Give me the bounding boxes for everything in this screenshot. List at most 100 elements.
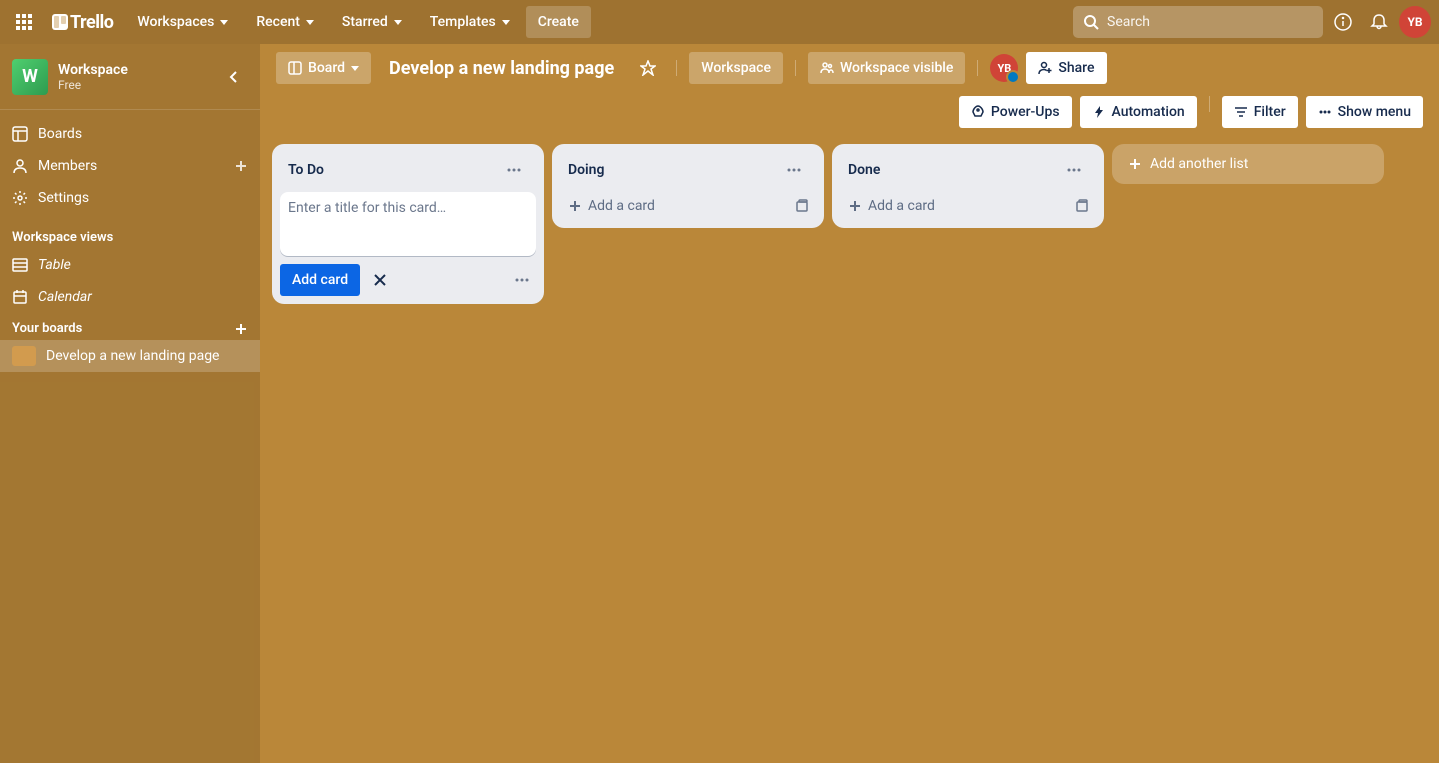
- sidebar-item-boards[interactable]: Boards: [0, 118, 260, 150]
- bolt-icon: [1092, 105, 1106, 119]
- apps-switcher-button[interactable]: [8, 6, 40, 38]
- add-a-card-label: Add a card: [868, 198, 935, 214]
- trello-logo[interactable]: Trello: [44, 14, 121, 30]
- recent-menu[interactable]: Recent: [244, 6, 326, 38]
- divider: [676, 60, 677, 76]
- search-icon: [1083, 14, 1099, 30]
- bell-icon: [1370, 13, 1388, 31]
- board-icon: [12, 126, 28, 142]
- dots-icon: [786, 162, 802, 178]
- filter-button[interactable]: Filter: [1222, 96, 1298, 128]
- share-button[interactable]: Share: [1026, 52, 1106, 84]
- filter-icon: [1234, 105, 1248, 119]
- chevron-down-icon: [502, 20, 510, 25]
- notifications-button[interactable]: [1363, 6, 1395, 38]
- table-icon: [12, 257, 28, 273]
- add-a-card-button[interactable]: Add a card: [840, 192, 1068, 220]
- add-a-card-label: Add a card: [588, 198, 655, 214]
- board-color-swatch: [12, 346, 36, 366]
- sidebar: W Workspace Free Boards Members Settings: [0, 44, 260, 763]
- cancel-compose-button[interactable]: [364, 264, 396, 296]
- chevron-down-icon: [394, 20, 402, 25]
- workspaces-label: Workspaces: [137, 14, 214, 30]
- your-boards-heading: Your boards: [0, 313, 260, 340]
- divider: [977, 60, 978, 76]
- sidebar-item-members[interactable]: Members: [0, 150, 260, 182]
- trello-logo-icon: [52, 14, 68, 30]
- add-list-label: Add another list: [1150, 156, 1248, 172]
- list-doing: Doing Add a card: [552, 144, 824, 228]
- sidebar-members-label: Members: [38, 158, 97, 174]
- show-menu-label: Show menu: [1338, 104, 1411, 120]
- board-area: Board Develop a new landing page Workspa…: [260, 44, 1439, 763]
- chevron-down-icon: [220, 20, 228, 25]
- list-menu-button[interactable]: [1060, 156, 1088, 184]
- card-template-button[interactable]: [1068, 192, 1096, 220]
- add-another-list-button[interactable]: Add another list: [1112, 144, 1384, 184]
- plus-icon: [1128, 157, 1142, 171]
- info-icon: [1334, 13, 1352, 31]
- rocket-icon: [971, 105, 985, 119]
- calendar-icon: [12, 289, 28, 305]
- add-a-card-button[interactable]: Add a card: [560, 192, 788, 220]
- star-board-button[interactable]: [632, 52, 664, 84]
- people-icon: [820, 61, 834, 75]
- search-input[interactable]: [1107, 14, 1313, 30]
- sidebar-table-label: Table: [38, 257, 71, 273]
- close-icon: [371, 271, 389, 289]
- board-icon: [288, 61, 302, 75]
- dots-icon: [514, 272, 530, 288]
- your-boards-label: Your boards: [12, 321, 82, 336]
- list-menu-button[interactable]: [780, 156, 808, 184]
- sidebar-item-calendar[interactable]: Calendar: [0, 281, 260, 313]
- board-title[interactable]: Develop a new landing page: [379, 58, 624, 79]
- show-menu-button[interactable]: Show menu: [1306, 96, 1423, 128]
- power-ups-button[interactable]: Power-Ups: [959, 96, 1072, 128]
- recent-label: Recent: [256, 14, 300, 30]
- visibility-btn-label: Workspace visible: [840, 60, 953, 76]
- add-card-submit-button[interactable]: Add card: [280, 264, 360, 296]
- automation-button[interactable]: Automation: [1080, 96, 1197, 128]
- workspace-views-heading: Workspace views: [0, 222, 260, 249]
- lists-container: To Do Add card: [260, 136, 1439, 763]
- starred-menu[interactable]: Starred: [330, 6, 414, 38]
- starred-label: Starred: [342, 14, 388, 30]
- sidebar-calendar-label: Calendar: [38, 289, 92, 305]
- plus-icon[interactable]: [234, 322, 248, 336]
- dots-icon: [1318, 105, 1332, 119]
- card-title-input[interactable]: [288, 200, 528, 244]
- list-title[interactable]: Done: [848, 162, 880, 178]
- sidebar-board-label: Develop a new landing page: [46, 348, 219, 364]
- composer-options-button[interactable]: [508, 266, 536, 294]
- share-btn-label: Share: [1058, 60, 1094, 76]
- user-avatar[interactable]: YB: [1399, 6, 1431, 38]
- sidebar-board-item[interactable]: Develop a new landing page: [0, 340, 260, 372]
- sidebar-item-settings[interactable]: Settings: [0, 182, 260, 214]
- info-button[interactable]: [1327, 6, 1359, 38]
- list-title[interactable]: To Do: [288, 162, 324, 178]
- workspace-button[interactable]: Workspace: [689, 52, 783, 84]
- create-button[interactable]: Create: [526, 6, 591, 38]
- trello-logo-text: Trello: [70, 12, 113, 33]
- board-view-switcher[interactable]: Board: [276, 52, 371, 84]
- sidebar-item-table[interactable]: Table: [0, 249, 260, 281]
- template-icon: [795, 199, 809, 213]
- list-title[interactable]: Doing: [568, 162, 604, 178]
- visibility-button[interactable]: Workspace visible: [808, 52, 965, 84]
- board-member-avatar[interactable]: YB: [990, 54, 1018, 82]
- workspaces-menu[interactable]: Workspaces: [125, 6, 240, 38]
- sidebar-boards-label: Boards: [38, 126, 82, 142]
- list-menu-button[interactable]: [500, 156, 528, 184]
- plus-icon: [848, 199, 862, 213]
- card-template-button[interactable]: [788, 192, 816, 220]
- gear-icon: [12, 190, 28, 206]
- automation-label: Automation: [1112, 104, 1185, 120]
- sidebar-collapse-button[interactable]: [220, 63, 248, 91]
- sidebar-workspace-header: W Workspace Free: [0, 44, 260, 110]
- chevron-down-icon: [351, 66, 359, 71]
- grid-icon: [16, 14, 32, 30]
- search-box[interactable]: [1073, 6, 1323, 38]
- workspace-btn-label: Workspace: [701, 60, 771, 76]
- chevron-down-icon: [306, 20, 314, 25]
- templates-menu[interactable]: Templates: [418, 6, 522, 38]
